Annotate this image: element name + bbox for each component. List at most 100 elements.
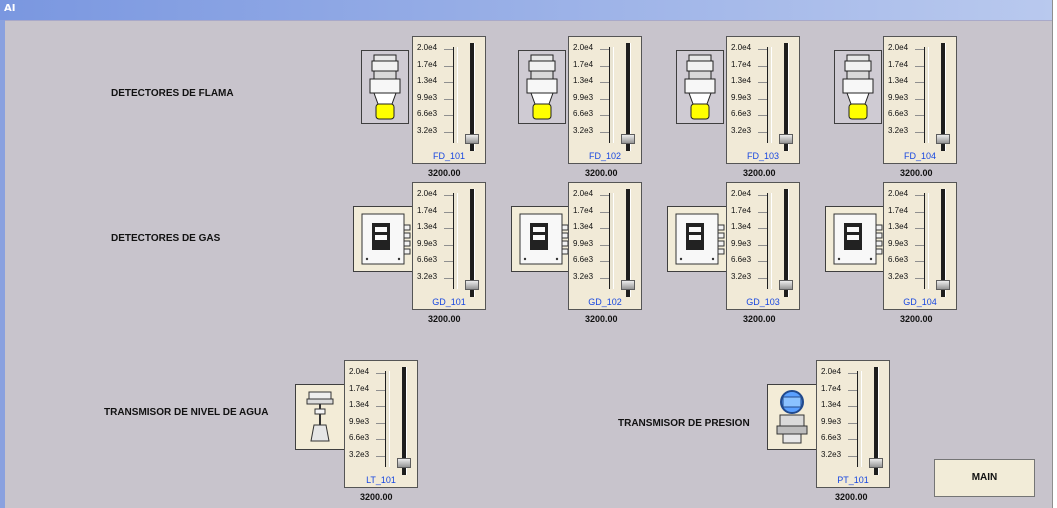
meter-tick-line: [915, 228, 924, 229]
meter-tick-line: [758, 277, 767, 279]
meter-tick-label: 9.9e3: [821, 416, 842, 426]
meter-value-readout: 3200.00: [835, 492, 868, 502]
meter-tick-label: 1.7e4: [417, 59, 438, 69]
meter-tick-label: 9.9e3: [573, 238, 594, 248]
meter-tick-line: [915, 195, 924, 196]
hmi-window: AI DETECTORES DE FLAMA DETECTORES DE GAS…: [0, 0, 1053, 508]
meter-tick-line: [758, 195, 767, 196]
gas-detector-icon: [353, 206, 415, 272]
meter-slider-thumb[interactable]: [465, 280, 479, 290]
meter-value-readout: 3200.00: [743, 314, 776, 324]
meter-value-readout: 3200.00: [428, 314, 461, 324]
meter-value-readout: 3200.00: [585, 314, 618, 324]
meter-tag-label: LT_101: [366, 475, 396, 485]
meter-slider-thumb[interactable]: [621, 134, 635, 144]
meter-tick-line: [848, 455, 857, 457]
meter-tick-line: [444, 228, 453, 229]
meter-tag-label: GD_102: [588, 297, 622, 307]
meter-tick-label: 1.7e4: [573, 59, 594, 69]
meter-tick-line: [444, 277, 453, 279]
meter-tick-label: 3.2e3: [417, 125, 438, 135]
meter-tick-line: [915, 98, 924, 100]
meter-tick-line: [376, 422, 385, 424]
meter-scale-line: [453, 193, 458, 289]
meter-tag-label: FD_102: [588, 151, 622, 161]
meter-tick-line: [600, 195, 609, 196]
meter-scale-line: [609, 47, 614, 143]
meter-tick-line: [376, 455, 385, 457]
meter-tick-label: 3.2e3: [349, 449, 370, 459]
meter-tick-line: [444, 98, 453, 100]
meter-tick-label: 1.7e4: [417, 205, 438, 215]
bar-meter-fd_103: 2.0e4 1.7e4 1.3e4 9.9e3 6.6e3 3.2e3 FD_103: [726, 36, 800, 164]
meter-tick-line: [758, 49, 767, 50]
meter-tick-label: 1.3e4: [573, 76, 594, 85]
meter-tick-line: [600, 228, 609, 229]
meter-tick-label: 9.9e3: [349, 416, 370, 426]
meter-tick-line: [444, 261, 453, 262]
meter-tick-line: [915, 261, 924, 262]
meter-tick-line: [915, 277, 924, 279]
main-button[interactable]: MAIN: [934, 459, 1035, 497]
meter-tick-label: 1.7e4: [349, 383, 370, 393]
gas-detector-icon: [667, 206, 729, 272]
meter-slider-thumb[interactable]: [465, 134, 479, 144]
meter-tag-label: GD_101: [432, 297, 466, 307]
meter-tick-line: [915, 131, 924, 133]
meter-slider-thumb[interactable]: [397, 458, 411, 468]
meter-slider-thumb[interactable]: [779, 134, 793, 144]
meter-tick-line: [600, 115, 609, 116]
meter-tick-line: [915, 65, 924, 67]
meter-tick-label: 3.2e3: [821, 449, 842, 459]
meter-value-readout: 3200.00: [360, 492, 393, 502]
bar-meter-gd_103: 2.0e4 1.7e4 1.3e4 9.9e3 6.6e3 3.2e3 GD_103: [726, 182, 800, 310]
meter-tick-line: [848, 389, 857, 391]
meter-tick-label: 3.2e3: [888, 125, 909, 135]
meter-scale-line: [767, 47, 772, 143]
meter-value-readout: 3200.00: [743, 168, 776, 178]
meter-tick-label: 1.3e4: [573, 222, 594, 231]
meter-tick-label: 6.6e3: [417, 255, 438, 264]
meter-scale-line: [385, 371, 390, 467]
meter-slider-thumb[interactable]: [621, 280, 635, 290]
meter-tick-label: 9.9e3: [731, 92, 752, 102]
meter-slider-thumb[interactable]: [779, 280, 793, 290]
meter-tick-label: 2.0e4: [888, 43, 909, 52]
meter-tick-label: 1.3e4: [349, 400, 370, 409]
meter-tick-line: [376, 406, 385, 407]
meter-tick-label: 1.3e4: [417, 76, 438, 85]
meter-tick-line: [848, 373, 857, 374]
meter-tag-label: FD_103: [746, 151, 780, 161]
meter-tick-line: [758, 115, 767, 116]
meter-tick-line: [848, 406, 857, 407]
meter-scale-line: [924, 47, 929, 143]
meter-tick-label: 6.6e3: [888, 255, 909, 264]
flame-detector-icon: [518, 50, 566, 124]
meter-tick-line: [444, 65, 453, 67]
meter-tag-label: GD_104: [903, 297, 937, 307]
gas-detector-icon: [511, 206, 573, 272]
meter-tick-label: 6.6e3: [888, 109, 909, 118]
meter-tag-label: GD_103: [746, 297, 780, 307]
meter-scale-line: [453, 47, 458, 143]
meter-tick-label: 1.7e4: [731, 205, 752, 215]
meter-tick-label: 9.9e3: [731, 238, 752, 248]
meter-tick-line: [600, 277, 609, 279]
meter-tick-label: 1.3e4: [417, 222, 438, 231]
meter-scale-line: [767, 193, 772, 289]
meter-tick-label: 6.6e3: [349, 433, 370, 442]
flame-detector-icon: [361, 50, 409, 124]
water-level-transmitter-label: TRANSMISOR DE NIVEL DE AGUA: [104, 407, 269, 418]
meter-slider-thumb[interactable]: [869, 458, 883, 468]
meter-tick-line: [444, 244, 453, 246]
meter-slider-thumb[interactable]: [936, 134, 950, 144]
meter-tick-label: 9.9e3: [417, 238, 438, 248]
meter-tick-label: 2.0e4: [573, 43, 594, 52]
meter-tag-label: FD_104: [903, 151, 937, 161]
meter-tick-label: 1.3e4: [731, 76, 752, 85]
meter-value-readout: 3200.00: [900, 168, 933, 178]
meter-tick-line: [600, 65, 609, 67]
meter-tick-line: [600, 261, 609, 262]
meter-tick-line: [444, 131, 453, 133]
meter-slider-thumb[interactable]: [936, 280, 950, 290]
